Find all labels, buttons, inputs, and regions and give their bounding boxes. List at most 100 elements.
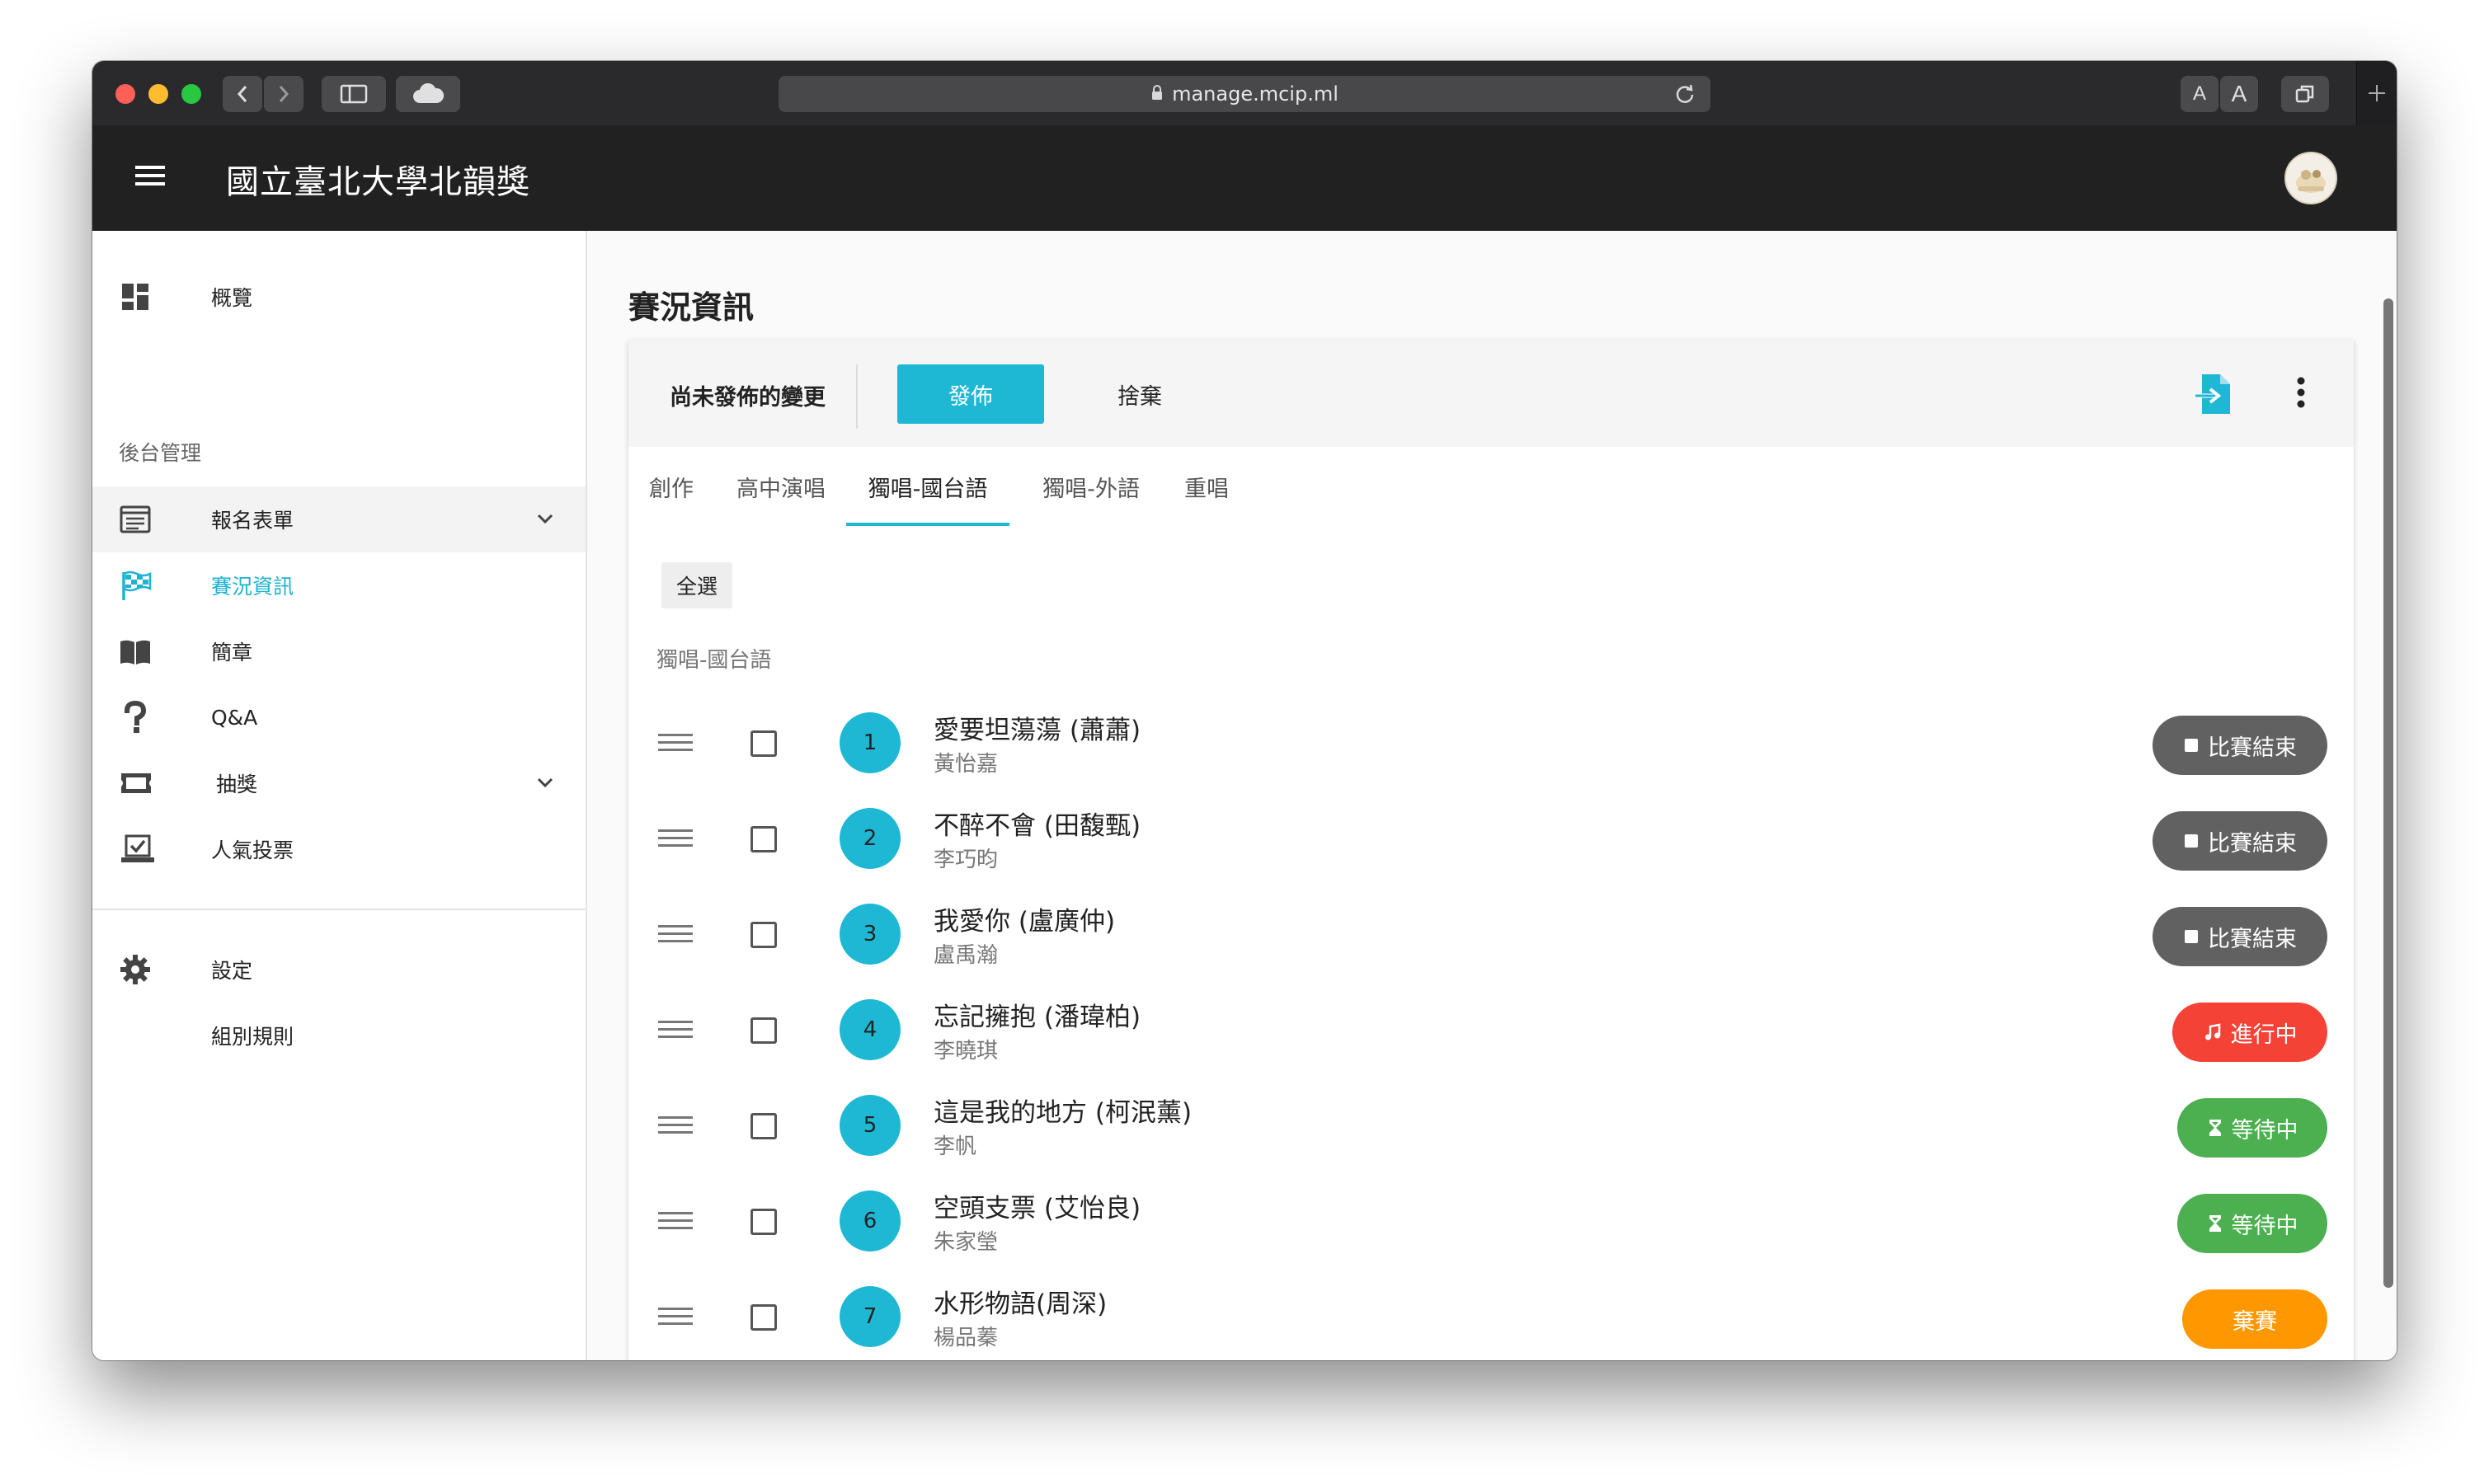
export-file-icon[interactable]	[2194, 371, 2237, 420]
status-label: 比賽結束	[2208, 735, 2297, 761]
sidebar-item-overview[interactable]: 概覽	[92, 264, 586, 330]
drag-handle-icon[interactable]	[658, 1017, 693, 1045]
hamburger-menu-icon[interactable]	[135, 163, 165, 191]
sidebar-item-competition-status[interactable]: 賽況資訊	[92, 552, 586, 618]
sidebar-item-qa[interactable]: Q&A	[92, 684, 586, 750]
publish-button[interactable]: 發佈	[897, 364, 1044, 424]
tab-solo-foreign[interactable]: 獨唱-外語	[1021, 447, 1161, 526]
show-tabs-button[interactable]	[2281, 76, 2329, 112]
sidebar-icon	[340, 84, 368, 104]
text-smaller-button[interactable]: A	[2181, 76, 2218, 112]
select-all-button[interactable]: 全選	[661, 562, 732, 608]
publish-toolbar: 尚未發佈的變更 發佈 捨棄	[628, 340, 2354, 447]
singer-name: 李曉琪	[934, 1039, 999, 1064]
status-button[interactable]: 等待中	[2177, 1194, 2327, 1253]
page-title: 賽況資訊	[628, 289, 755, 326]
admin-section-header: 後台管理	[119, 441, 202, 465]
address-bar[interactable]: manage.mcip.ml	[779, 76, 1710, 112]
chevron-down-icon[interactable]	[534, 508, 556, 529]
browser-toolbar: manage.mcip.ml A A	[92, 61, 2397, 127]
icloud-tabs-button[interactable]	[396, 76, 460, 112]
sidebar-item-registration-form[interactable]: 報名表單	[92, 486, 586, 552]
sidebar-divider	[92, 909, 586, 910]
close-window-button[interactable]	[115, 84, 135, 104]
tab-solo-mandarin-taiwanese[interactable]: 獨唱-國台語	[846, 447, 1009, 526]
music-note-icon	[2203, 1022, 2223, 1042]
status-button[interactable]: 比賽結束	[2153, 907, 2327, 966]
row-checkbox[interactable]	[750, 1209, 777, 1235]
chevron-down-icon[interactable]	[534, 772, 556, 793]
form-icon	[120, 505, 151, 533]
user-avatar[interactable]	[2284, 152, 2337, 204]
minimize-window-button[interactable]	[148, 84, 168, 104]
sidebar-item-popularity-vote[interactable]: 人氣投票	[92, 816, 586, 882]
sidebar-item-label: 報名表單	[211, 509, 294, 533]
unpublished-changes-label: 尚未發佈的變更	[670, 385, 826, 411]
back-button[interactable]	[223, 76, 262, 112]
order-number-badge: 4	[840, 999, 901, 1060]
active-tab-indicator	[846, 523, 1009, 526]
drag-handle-icon[interactable]	[658, 730, 693, 758]
avatar-image-icon	[2286, 153, 2336, 203]
drag-handle-icon[interactable]	[658, 1304, 693, 1332]
reload-icon[interactable]	[1674, 83, 1696, 110]
status-label: 進行中	[2230, 1021, 2298, 1048]
hourglass-icon	[2207, 1214, 2223, 1233]
discard-button[interactable]: 捨棄	[1066, 364, 1214, 424]
row-checkbox[interactable]	[750, 922, 777, 948]
sidebar-item-settings[interactable]: 設定	[92, 937, 586, 1003]
browser-window: manage.mcip.ml A A 國立臺北大學北韻獎 概覽 後台管理 報名表…	[92, 61, 2397, 1360]
drag-handle-icon[interactable]	[658, 826, 693, 854]
tab-duet[interactable]: 重唱	[1168, 447, 1245, 526]
more-vert-icon[interactable]	[2296, 376, 2306, 412]
order-number-badge: 1	[840, 712, 901, 773]
status-button[interactable]: 比賽結束	[2153, 716, 2327, 775]
vote-icon	[121, 834, 154, 862]
singer-name: 黃怡嘉	[934, 752, 999, 777]
drag-handle-icon[interactable]	[658, 1113, 693, 1141]
row-checkbox[interactable]	[750, 1017, 777, 1044]
status-button[interactable]: 棄賽	[2182, 1289, 2327, 1349]
app-header: 國立臺北大學北韻獎	[92, 125, 2397, 231]
table-row: 2 不醉不會 (田馥甄) 李巧昀 比賽結束	[628, 796, 2354, 889]
forward-button[interactable]	[264, 76, 303, 112]
book-icon	[120, 640, 150, 665]
tab-creation[interactable]: 創作	[628, 447, 714, 526]
row-checkbox[interactable]	[750, 1304, 777, 1331]
sidebar-item-label: Q&A	[211, 705, 258, 730]
text-larger-button[interactable]: A	[2220, 76, 2258, 112]
question-icon	[124, 701, 147, 733]
stop-icon	[2183, 928, 2200, 945]
chevron-right-icon	[279, 86, 289, 102]
sidebar-item-brochure[interactable]: 簡章	[92, 618, 586, 684]
order-number-badge: 6	[840, 1190, 901, 1252]
new-tab-button[interactable]	[2356, 61, 2397, 125]
status-label: 棄賽	[2233, 1308, 2277, 1335]
row-checkbox[interactable]	[750, 730, 777, 757]
sidebar-item-label: 設定	[211, 959, 253, 983]
sidebar-toggle-button[interactable]	[322, 76, 386, 112]
drag-handle-icon[interactable]	[658, 922, 693, 950]
status-card: 尚未發佈的變更 發佈 捨棄 創作 高中演唱 獨唱-國台語 獨唱-外語 重唱 全選…	[628, 340, 2354, 1360]
gear-icon	[120, 955, 150, 984]
zoom-window-button[interactable]	[181, 84, 201, 104]
status-button[interactable]: 比賽結束	[2153, 811, 2327, 871]
page-scrollbar[interactable]	[2383, 298, 2393, 1288]
sidebar-item-label: 概覽	[211, 286, 253, 310]
stop-icon	[2183, 833, 2200, 849]
sidebar-item-lottery[interactable]: 抽獎	[92, 750, 586, 816]
lock-icon	[1150, 82, 1164, 106]
status-button[interactable]: 等待中	[2177, 1098, 2327, 1158]
stop-icon	[2183, 737, 2200, 754]
status-button[interactable]: 進行中	[2172, 1003, 2327, 1062]
tab-high-school[interactable]: 高中演唱	[727, 447, 835, 526]
row-checkbox[interactable]	[750, 1113, 777, 1139]
sidebar-item-group-rules[interactable]: 組別規則	[92, 1003, 586, 1068]
status-label: 等待中	[2231, 1117, 2298, 1144]
song-title: 我愛你 (盧廣仲)	[934, 907, 1116, 937]
table-row: 1 愛要坦蕩蕩 (蕭蕭) 黃怡嘉 比賽結束	[628, 701, 2354, 793]
sidebar-item-label: 抽獎	[216, 773, 258, 796]
app-title: 國立臺北大學北韻獎	[226, 163, 530, 201]
drag-handle-icon[interactable]	[658, 1209, 693, 1237]
row-checkbox[interactable]	[750, 826, 777, 852]
